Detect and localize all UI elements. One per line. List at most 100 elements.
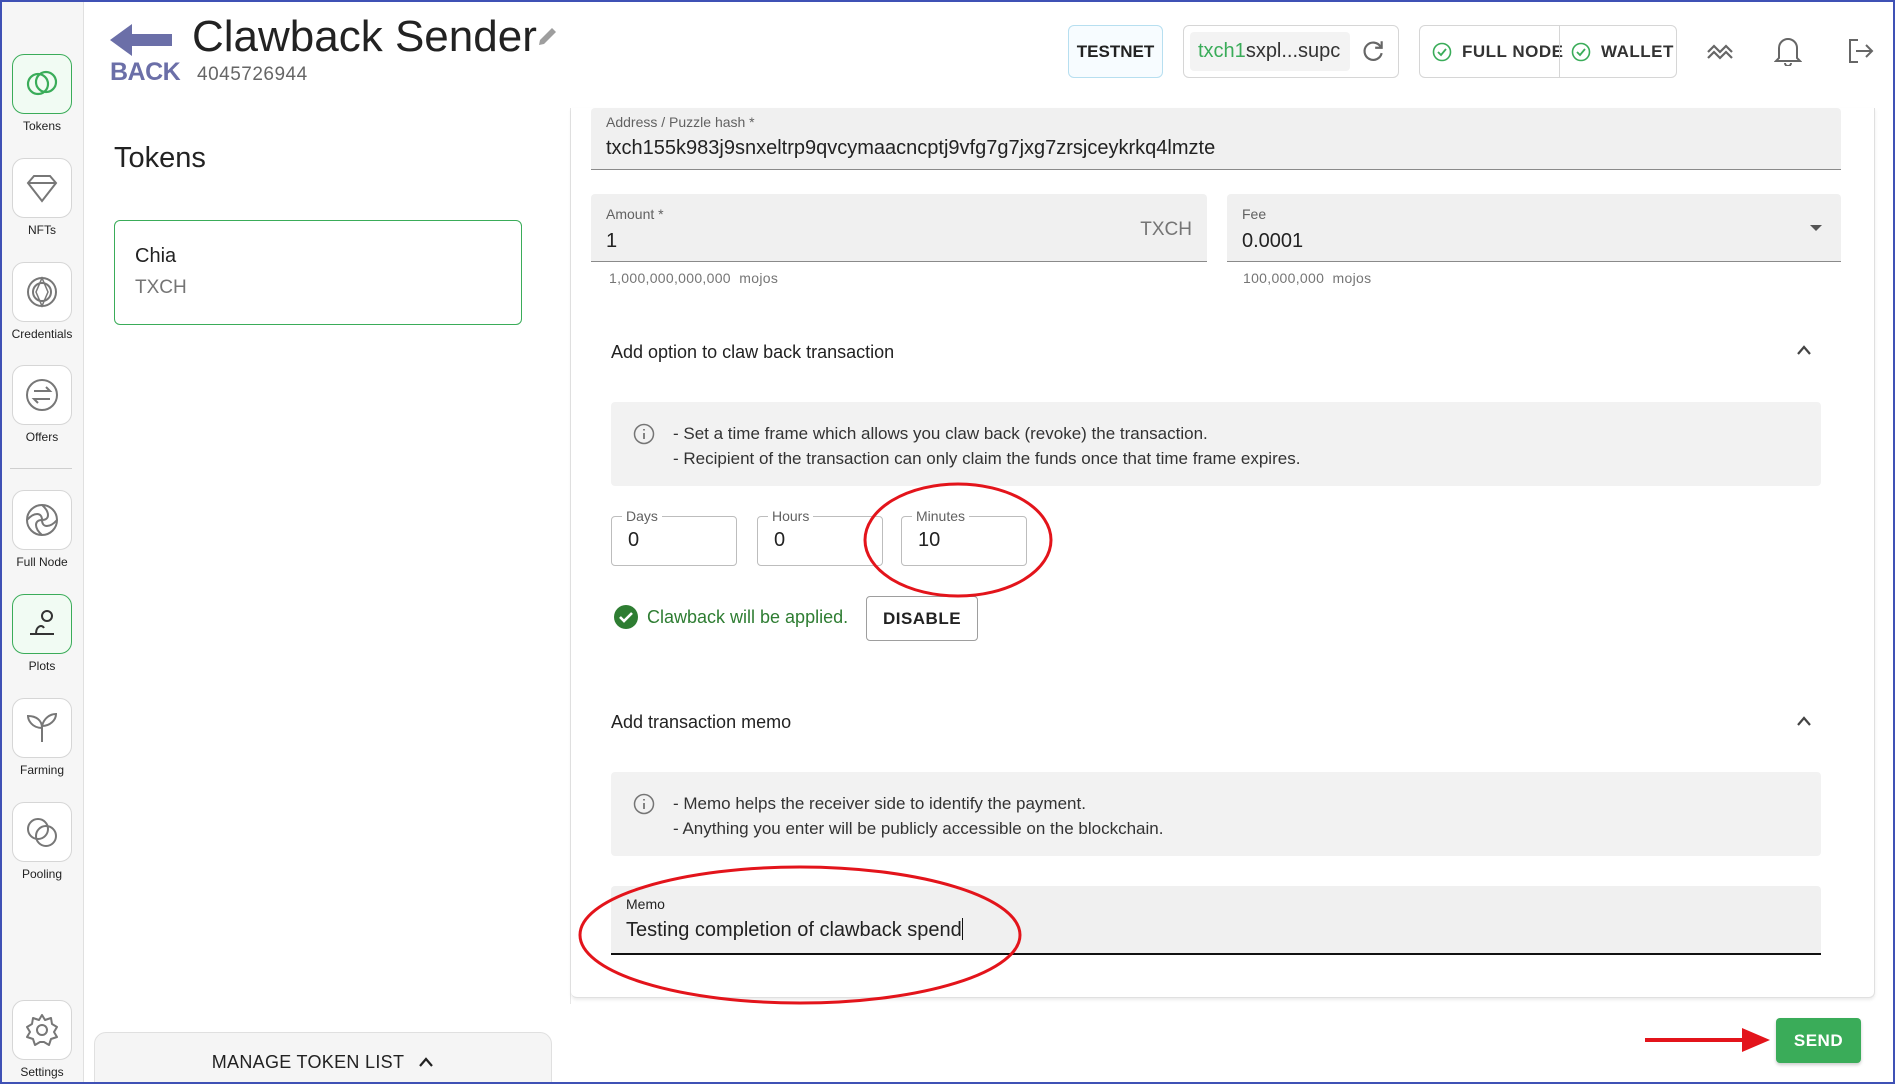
amount-mojos-unit: mojos bbox=[739, 270, 779, 286]
aperture-icon bbox=[26, 504, 58, 536]
page-title: Clawback Sender bbox=[192, 12, 537, 61]
hours-label: Hours bbox=[768, 508, 814, 524]
gear-icon bbox=[26, 1014, 58, 1046]
chevron-up-icon bbox=[419, 1057, 434, 1067]
token-name: Chia bbox=[135, 245, 177, 267]
sidebar-item-label: Pooling bbox=[21, 867, 63, 881]
status-divider bbox=[1559, 26, 1560, 77]
minutes-value[interactable]: 10 bbox=[918, 529, 940, 552]
sidebar-item-tokens[interactable]: Tokens bbox=[0, 54, 84, 133]
back-arrow-icon[interactable] bbox=[108, 22, 174, 58]
fee-value[interactable]: 0.0001 bbox=[1242, 230, 1303, 253]
fee-mojos-unit: mojos bbox=[1332, 270, 1372, 286]
address-field[interactable]: Address / Puzzle hash * txch155k983j9snx… bbox=[591, 108, 1841, 170]
sidebar-item-label: Plots bbox=[28, 659, 56, 673]
fee-select[interactable]: Fee 0.0001 bbox=[1227, 194, 1841, 262]
dropdown-arrow-icon[interactable] bbox=[1809, 224, 1823, 232]
clawback-info-text: - Set a time frame which allows you claw… bbox=[673, 421, 1300, 471]
disable-clawback-button[interactable]: DISABLE bbox=[866, 596, 978, 641]
memo-info-text: - Memo helps the receiver side to identi… bbox=[673, 791, 1163, 841]
plots-icon bbox=[30, 610, 54, 635]
sidebar-item-credentials[interactable]: Credentials bbox=[0, 262, 84, 341]
sidebar-item-full-node[interactable]: Full Node bbox=[0, 490, 84, 569]
sidebar-item-label: Tokens bbox=[22, 119, 62, 133]
diamond-icon bbox=[26, 175, 58, 203]
sidebar-button-settings[interactable] bbox=[12, 1000, 72, 1060]
bell-icon[interactable] bbox=[1774, 34, 1802, 66]
check-circle-filled-icon bbox=[614, 605, 638, 629]
sidebar-button-tokens[interactable] bbox=[12, 54, 72, 114]
network-badge[interactable]: TESTNET bbox=[1068, 25, 1163, 78]
clawback-section-title[interactable]: Add option to claw back transaction bbox=[611, 342, 894, 363]
wallet-label: WALLET bbox=[1601, 41, 1674, 61]
sidebar-item-nfts[interactable]: NFTs bbox=[0, 158, 84, 237]
clawback-status-text: Clawback will be applied. bbox=[647, 606, 849, 627]
clawback-status: Clawback will be applied. bbox=[613, 604, 848, 630]
days-value[interactable]: 0 bbox=[628, 529, 639, 552]
address-label: Address / Puzzle hash * bbox=[606, 114, 755, 130]
sidebar-button-plots[interactable] bbox=[12, 594, 72, 654]
sidebar-item-plots[interactable]: Plots bbox=[0, 594, 84, 673]
info-icon bbox=[633, 423, 655, 445]
sidebar-divider bbox=[10, 468, 72, 469]
sidebar-item-pooling[interactable]: Pooling bbox=[0, 802, 84, 881]
wallet-status[interactable]: WALLET bbox=[1571, 26, 1674, 77]
amount-field[interactable]: Amount * 1 TXCH bbox=[591, 194, 1207, 262]
send-button[interactable]: SEND bbox=[1776, 1018, 1861, 1063]
hours-value[interactable]: 0 bbox=[774, 529, 785, 552]
chevron-up-icon[interactable] bbox=[1796, 715, 1812, 727]
sidebar-button-credentials[interactable] bbox=[12, 262, 72, 322]
refresh-icon[interactable] bbox=[1360, 38, 1386, 64]
credentials-icon bbox=[27, 276, 57, 308]
minutes-label: Minutes bbox=[912, 508, 970, 524]
address-rest: sxpl...supc bbox=[1245, 40, 1341, 62]
minutes-input[interactable]: Minutes 10 bbox=[901, 508, 1027, 566]
amount-label: Amount * bbox=[606, 206, 664, 222]
memo-input[interactable]: Testing completion of clawback spend bbox=[626, 918, 963, 942]
memo-section-title[interactable]: Add transaction memo bbox=[611, 712, 791, 733]
sprout-icon bbox=[26, 712, 58, 742]
memo-field[interactable]: Memo Testing completion of clawback spen… bbox=[611, 886, 1821, 955]
sidebar-item-label: Full Node bbox=[16, 555, 68, 569]
sidebar-button-offers[interactable] bbox=[12, 365, 72, 425]
tokens-icon bbox=[26, 70, 58, 96]
hours-input[interactable]: Hours 0 bbox=[757, 508, 883, 566]
amount-mojos-value: 1,000,000,000,000 bbox=[609, 270, 731, 286]
manage-token-list-button[interactable]: MANAGE TOKEN LIST bbox=[94, 1032, 552, 1084]
sidebar-item-farming[interactable]: Farming bbox=[0, 698, 84, 777]
token-item-chia[interactable]: Chia TXCH bbox=[114, 220, 522, 325]
fee-mojos-value: 100,000,000 bbox=[1243, 270, 1325, 286]
sidebar-button-full-node[interactable] bbox=[12, 490, 72, 550]
fee-mojos: 100,000,000 mojos bbox=[1243, 270, 1371, 286]
full-node-status[interactable]: FULL NODE bbox=[1432, 26, 1563, 77]
address-input[interactable]: txch155k983j9snxeltrp9qvcymaacncptj9vfg7… bbox=[606, 137, 1215, 160]
tokens-heading: Tokens bbox=[114, 142, 206, 174]
token-symbol: TXCH bbox=[135, 277, 187, 298]
sidebar: Tokens NFTs Credentials Offers Full Node… bbox=[0, 0, 84, 1084]
full-node-label: FULL NODE bbox=[1462, 41, 1564, 61]
text-caret bbox=[961, 918, 963, 940]
swap-icon bbox=[26, 379, 58, 411]
check-circle-icon bbox=[1571, 42, 1591, 61]
chevron-up-icon[interactable] bbox=[1796, 344, 1812, 356]
sidebar-button-pooling[interactable] bbox=[12, 802, 72, 862]
receive-address-chip[interactable]: txch1sxpl...supc bbox=[1183, 25, 1399, 78]
sidebar-item-settings[interactable]: Settings bbox=[0, 1000, 84, 1079]
days-input[interactable]: Days 0 bbox=[611, 508, 737, 566]
memo-info-line: - Memo helps the receiver side to identi… bbox=[673, 794, 1086, 813]
back-button[interactable]: BACK bbox=[110, 58, 181, 87]
wave-icon[interactable] bbox=[1706, 40, 1734, 64]
fee-label: Fee bbox=[1242, 206, 1267, 222]
sidebar-button-nfts[interactable] bbox=[12, 158, 72, 218]
amount-input[interactable]: 1 bbox=[606, 230, 617, 253]
wallet-fingerprint: 4045726944 bbox=[197, 64, 308, 85]
edit-pencil-icon[interactable] bbox=[536, 24, 560, 48]
sidebar-button-farming[interactable] bbox=[12, 698, 72, 758]
days-label: Days bbox=[622, 508, 662, 524]
receive-address[interactable]: txch1sxpl...supc bbox=[1190, 32, 1350, 71]
logout-icon[interactable] bbox=[1846, 36, 1876, 66]
memo-label: Memo bbox=[626, 896, 665, 912]
annotation-arrow-head bbox=[1742, 1028, 1770, 1052]
sidebar-item-label: Offers bbox=[25, 430, 59, 444]
sidebar-item-offers[interactable]: Offers bbox=[0, 365, 84, 444]
